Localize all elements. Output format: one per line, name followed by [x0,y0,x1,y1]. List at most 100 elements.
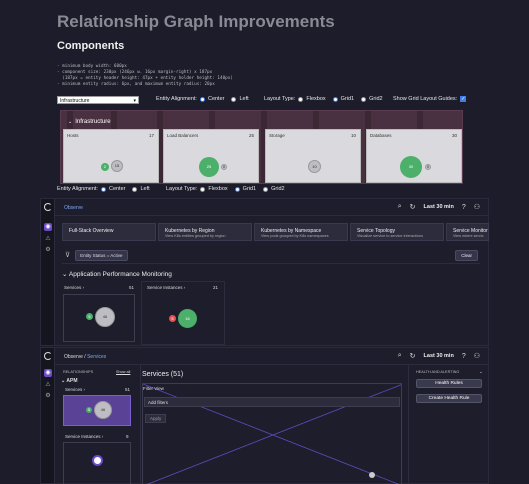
services-count: 51 [129,285,135,290]
active-entity-dot[interactable]: 5 [86,313,93,320]
instances-graph [63,442,131,484]
alert-icon[interactable]: ⚠ [44,381,52,389]
infrastructure-title[interactable]: ⌄ Infrastructure [68,119,111,125]
active-entity-dot[interactable]: 5 [86,407,92,413]
spec-notes: - minimum body width: 600px - component s… [57,64,233,87]
sidebar: ◉ ⚠ ⚙ [41,348,55,483]
logo-icon [44,352,52,360]
health-panel: HEALTH AND ALERTING ⌄ Health Rules Creat… [408,365,488,483]
services-label[interactable]: Services › [65,387,85,392]
filter-view-label: Filter View [143,386,164,391]
inactive-entity-dot[interactable]: 15 [111,160,123,172]
clear-button[interactable]: Clear [455,250,478,261]
tile-k8s-region[interactable]: Kubernetes by Region View K8s entities gr… [158,223,252,241]
services-label[interactable]: Services › [64,285,84,290]
apply-button[interactable]: Apply [145,414,167,423]
radio-center[interactable] [100,186,106,192]
help-icon[interactable]: ? [462,353,466,360]
radio-grid2[interactable] [263,186,269,192]
alert-icon[interactable]: ⚠ [44,235,52,243]
observe-app-window: ◉ ⚠ ⚙ Observe ⌕ ↻ Last 30 min ? ⚇ Full-S… [40,198,489,346]
services-graph-selected[interactable]: 5 46 [63,395,131,426]
section-title: Components [57,40,125,52]
refresh-icon[interactable]: ↻ [410,352,416,360]
tile-k8s-namespace[interactable]: Kubernetes by Namespace View pods grouped… [254,223,348,241]
instances-label[interactable]: Service Instances › [65,434,103,439]
category-select[interactable]: Infrastructure ▾ [57,96,139,104]
chevron-down-icon: ⌄ [62,271,69,278]
inactive-entity-dot[interactable]: 0 [221,164,227,170]
gear-icon[interactable]: ⚙ [44,392,52,400]
radio-center[interactable] [199,96,205,102]
create-health-rule-button[interactable]: Create Health Rule [416,394,482,403]
instances-panel: 5 16 [141,281,225,345]
active-entity-dot[interactable]: 2 [101,163,109,171]
services-title: Services (51) [142,371,184,378]
inactive-entity-dot[interactable]: 0 [425,164,431,170]
radio-flexbox[interactable] [200,186,206,192]
user-icon[interactable]: ⚇ [474,203,480,211]
relationships-panel: RELATIONSHIPS Show all ⌄ APM Services › … [55,365,141,484]
entity-card-load-balancers[interactable]: Load Balancers 25 25 0 [163,129,259,183]
inactive-entity-dot[interactable]: 10 [308,160,321,173]
radio-grid2[interactable] [361,96,367,102]
services-count: 51 [125,387,131,392]
time-range[interactable]: Last 30 min [424,204,454,210]
infrastructure-section: ⌄ Infrastructure Hosts 17 2 15 Load Balan… [60,110,463,184]
eye-icon[interactable]: ◉ [44,369,52,377]
layout-controls-2: Layout Type: Flexbox Grid1 Grid2 [166,186,285,192]
radio-grid1[interactable] [234,186,240,192]
page-title: Relationship Graph Improvements [57,12,335,31]
tile-service-monitor[interactable]: Service Monitor View where servic [446,223,489,241]
active-entity-dot[interactable]: 16 [178,309,197,328]
services-app-window: ◉ ⚠ ⚙ Observe / Services ⌕ ↻ Last 30 min… [40,347,489,484]
entity-card-databases[interactable]: Databases 30 30 0 [366,129,462,183]
error-entity-dot[interactable]: 5 [169,315,176,322]
filter-row: ⊽ Entity Status = Active [65,249,128,261]
breadcrumb[interactable]: Observe [64,205,83,211]
radio-flexbox[interactable] [298,96,304,102]
tile-service-topology[interactable]: Service Topology Visualize service to ser… [350,223,444,241]
time-range[interactable]: Last 30 min [424,353,454,359]
alignment-controls: Entity Alignment: Center Left [156,96,249,102]
alignment-controls-2: Entity Alignment: Center Left [57,186,150,192]
chevron-down-icon: ▾ [133,98,136,104]
top-bar: Observe ⌕ ↻ Last 30 min ? ⚇ [55,199,488,216]
tile-full-stack[interactable]: Full-Stack Overview [62,223,156,241]
entity-card-hosts[interactable]: Hosts 17 2 15 [63,129,159,183]
logo-icon [44,203,52,211]
search-icon[interactable]: ⌕ [398,203,402,211]
top-bar: Observe / Services ⌕ ↻ Last 30 min ? ⚇ [55,348,488,365]
help-icon[interactable]: ? [462,204,466,211]
grid-guides-control: Show Grid Layout Guides: ✓ [393,96,467,102]
guides-checkbox[interactable]: ✓ [460,96,467,102]
services-graph: 5 46 [63,294,135,342]
layout-controls: Layout Type: Flexbox Grid1 Grid2 [264,96,383,102]
add-filters-input[interactable]: Add filters [144,397,400,407]
radio-left[interactable] [132,186,138,192]
user-icon[interactable]: ⚇ [474,352,480,360]
inactive-entity-dot[interactable]: 46 [94,401,112,419]
active-entity-dot[interactable]: 30 [400,156,422,178]
show-all-link[interactable]: Show all [116,370,130,374]
filter-chip[interactable]: Entity Status = Active [75,249,128,261]
health-rules-button[interactable]: Health Rules [416,379,482,388]
sidebar: ◉ ⚠ ⚙ [41,199,55,345]
apm-section-title[interactable]: ⌄ Application Performance Monitoring [62,270,172,278]
entity-dot[interactable] [369,472,375,478]
breadcrumb: Observe / Services [64,354,107,360]
entity-dot[interactable] [92,455,103,466]
active-entity-dot[interactable]: 25 [199,157,219,177]
eye-icon[interactable]: ◉ [44,223,52,231]
gear-icon[interactable]: ⚙ [44,246,52,254]
apm-group[interactable]: ⌄ APM [61,378,78,384]
entity-card-storage[interactable]: Storage 10 10 [265,129,361,183]
filter-icon[interactable]: ⊽ [65,251,70,259]
radio-grid1[interactable] [332,96,338,102]
refresh-icon[interactable]: ↻ [410,203,416,211]
chevron-down-icon[interactable]: ⌄ [479,369,483,375]
radio-left[interactable] [231,96,237,102]
search-icon[interactable]: ⌕ [398,352,402,360]
services-graph-area: Filter View Add filters Apply [142,383,402,484]
inactive-entity-dot[interactable]: 46 [95,307,115,327]
